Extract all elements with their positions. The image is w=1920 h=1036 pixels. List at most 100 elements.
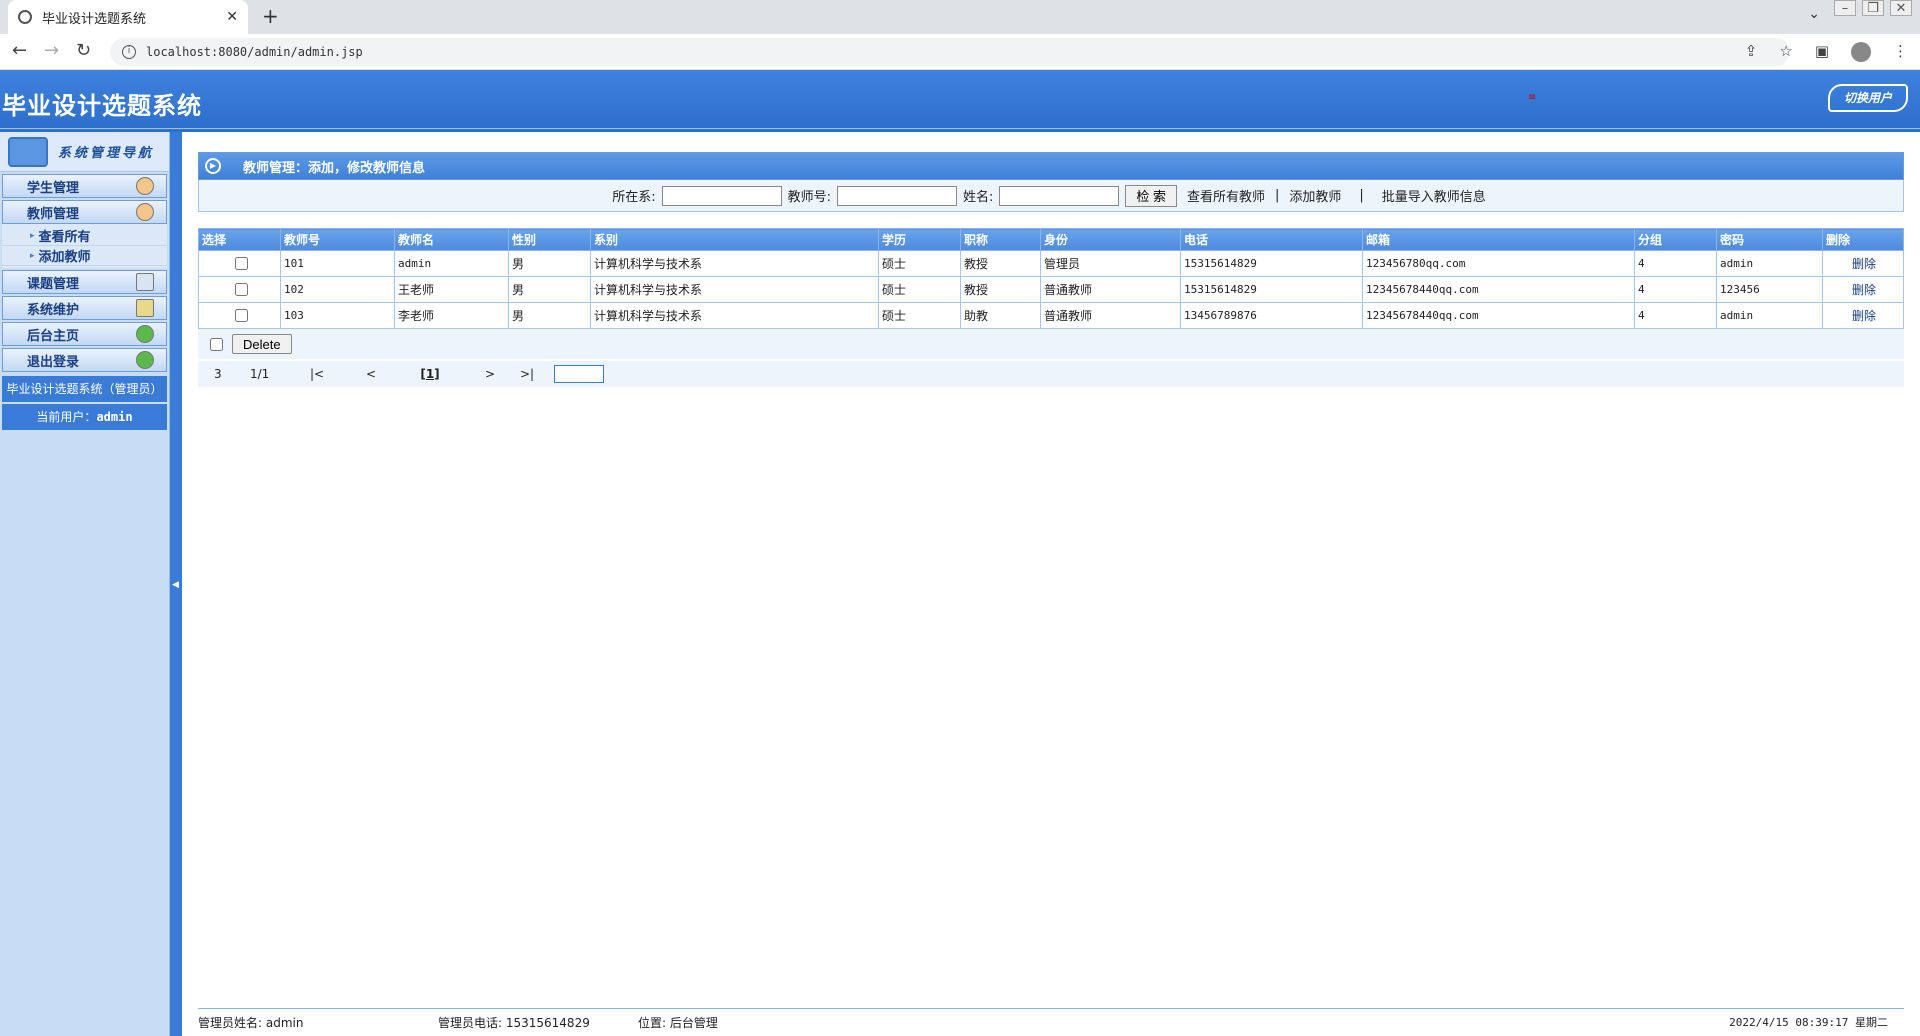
batch-import-link[interactable]: 批量导入教师信息 <box>1382 186 1486 205</box>
delete-link[interactable]: 删除 <box>1822 250 1904 277</box>
admin-phone: 管理员电话: 15315614829 <box>438 1016 590 1030</box>
home-arrow-icon <box>136 325 154 343</box>
cell-teacher-name: 李老师 <box>394 302 509 329</box>
cell-password: admin <box>1716 250 1823 277</box>
cell-group: 4 <box>1634 276 1717 303</box>
sidebar-item-label: 后台主页 <box>27 328 80 344</box>
close-tab-icon[interactable]: ✕ <box>226 9 238 25</box>
delete-button[interactable]: Delete <box>232 334 292 354</box>
back-icon[interactable]: ← <box>12 42 27 60</box>
cell-password: 123456 <box>1716 276 1823 303</box>
cell-education: 硕士 <box>878 276 961 303</box>
sidebar-item-logout[interactable]: 退出登录 <box>2 348 167 372</box>
main-content: ▶ 教师管理：添加，修改教师信息 所在系: 教师号: 姓名: 检 索 查看所有教… <box>198 152 1904 387</box>
delete-link[interactable]: 删除 <box>1822 302 1904 329</box>
side-panel-icon[interactable]: ▣ <box>1815 42 1829 62</box>
tab-search-icon[interactable]: ⌄ <box>1808 6 1820 22</box>
cell-role: 普通教师 <box>1040 302 1181 329</box>
cell-teacher-name: admin <box>394 250 509 277</box>
col-education: 学历 <box>878 228 961 251</box>
teacher-no-input[interactable] <box>836 185 957 206</box>
close-window-icon[interactable]: ✕ <box>1890 0 1912 16</box>
cell-sex: 男 <box>508 250 591 277</box>
site-info-icon[interactable]: i <box>122 45 136 59</box>
row-select-cell <box>198 276 281 303</box>
browser-tab[interactable]: 毕业设计选题系统 ✕ <box>8 0 248 34</box>
sidebar-subitem-add-teacher[interactable]: 添加教师 <box>2 246 167 266</box>
bookmark-star-icon[interactable]: ☆ <box>1779 42 1792 62</box>
new-tab-icon[interactable]: + <box>262 6 279 26</box>
name-input[interactable] <box>999 185 1120 206</box>
sidebar-nav-header: 系统管理导航 <box>0 132 169 172</box>
table-row: 102 王老师 男 计算机科学与技术系 硕士 教授 普通教师 153156148… <box>198 276 1904 303</box>
restore-icon[interactable]: ❐ <box>1862 0 1884 16</box>
select-all-checkbox[interactable] <box>210 337 223 351</box>
dept-input[interactable] <box>661 185 782 206</box>
bulk-action-row: Delete <box>198 329 1904 359</box>
reload-icon[interactable]: ↻ <box>76 42 91 60</box>
panel-title: 教师管理：添加，修改教师信息 <box>243 160 426 176</box>
sidebar-toggle-strip[interactable]: ◀ <box>170 132 182 1036</box>
share-icon[interactable]: ⇪ <box>1745 42 1758 62</box>
sidebar-subitem-view-all[interactable]: 查看所有 <box>2 226 167 246</box>
menu-kebab-icon[interactable]: ⋮ <box>1893 42 1908 62</box>
cell-group: 4 <box>1634 250 1717 277</box>
cell-phone: 15315614829 <box>1180 250 1363 277</box>
record-count: 3 <box>214 367 222 381</box>
current-page-link[interactable]: [1] <box>400 367 460 381</box>
location: 位置: 后台管理 <box>638 1016 718 1030</box>
cell-title: 教授 <box>960 250 1041 277</box>
cell-education: 硕士 <box>878 250 961 277</box>
browser-actions: ⇪ ☆ ▣ ⋮ <box>1745 42 1908 62</box>
teacher-no-label: 教师号: <box>787 190 831 205</box>
sidebar-item-teachers[interactable]: 教师管理 <box>2 200 167 224</box>
col-delete: 删除 <box>1822 228 1904 251</box>
minimize-icon[interactable]: – <box>1834 0 1856 16</box>
sidebar-item-students[interactable]: 学生管理 <box>2 174 167 198</box>
sidebar-item-home[interactable]: 后台主页 <box>2 322 167 346</box>
logout-icon <box>136 351 154 369</box>
cell-password: admin <box>1716 302 1823 329</box>
sidebar-item-topics[interactable]: 课题管理 <box>2 270 167 294</box>
app-title: 毕业设计选题系统 <box>2 92 202 120</box>
prev-page-link[interactable]: < <box>366 367 390 381</box>
profile-avatar-icon[interactable] <box>1851 42 1871 62</box>
cell-sex: 男 <box>508 302 591 329</box>
cell-role: 管理员 <box>1040 250 1181 277</box>
goto-page-input[interactable] <box>554 365 604 383</box>
row-checkbox[interactable] <box>234 257 248 270</box>
next-page-link[interactable]: > <box>470 367 510 381</box>
sidebar-item-label: 教师管理 <box>27 206 80 222</box>
collapse-arrow-icon[interactable]: ◀ <box>172 580 179 590</box>
cell-education: 硕士 <box>878 302 961 329</box>
sidebar-item-maintenance[interactable]: 系统维护 <box>2 296 167 320</box>
cell-teacher-no: 101 <box>280 250 395 277</box>
switch-user-button[interactable]: 切换用户 <box>1828 84 1908 112</box>
col-role: 身份 <box>1040 228 1181 251</box>
forward-icon[interactable]: → <box>44 42 59 60</box>
red-mark: ≡ <box>1528 92 1537 103</box>
cell-dept: 计算机科学与技术系 <box>590 276 879 303</box>
col-teacher-no: 教师号 <box>280 228 395 251</box>
last-page-link[interactable]: >| <box>520 367 550 381</box>
cell-email: 12345678440qq.com <box>1362 302 1635 329</box>
page-indicator: 1/1 <box>250 367 270 381</box>
view-all-teachers-link[interactable]: 查看所有教师 <box>1187 186 1265 205</box>
row-checkbox[interactable] <box>234 309 248 322</box>
cell-dept: 计算机科学与技术系 <box>590 302 879 329</box>
delete-link[interactable]: 删除 <box>1822 276 1904 303</box>
link-separator: | <box>1359 188 1364 203</box>
col-password: 密码 <box>1716 228 1823 251</box>
browser-tab-bar: 毕业设计选题系统 ✕ + ⌄ – ❐ ✕ <box>0 0 1920 34</box>
url-field[interactable]: i localhost:8080/admin/admin.jsp <box>110 38 1790 66</box>
cell-phone: 13456789876 <box>1180 302 1363 329</box>
topic-document-icon <box>136 273 154 291</box>
first-page-link[interactable]: |< <box>310 367 366 381</box>
search-button[interactable]: 检 索 <box>1125 184 1177 207</box>
row-checkbox[interactable] <box>234 283 248 296</box>
globe-icon <box>18 10 32 24</box>
teacher-table: 选择 教师号 教师名 性别 系别 学历 职称 身份 电话 邮箱 分组 密码 删除… <box>198 228 1904 329</box>
teacher-icon <box>136 203 154 221</box>
sidebar-nav-title: 系统管理导航 <box>58 146 155 161</box>
add-teacher-link[interactable]: 添加教师 <box>1289 186 1341 205</box>
